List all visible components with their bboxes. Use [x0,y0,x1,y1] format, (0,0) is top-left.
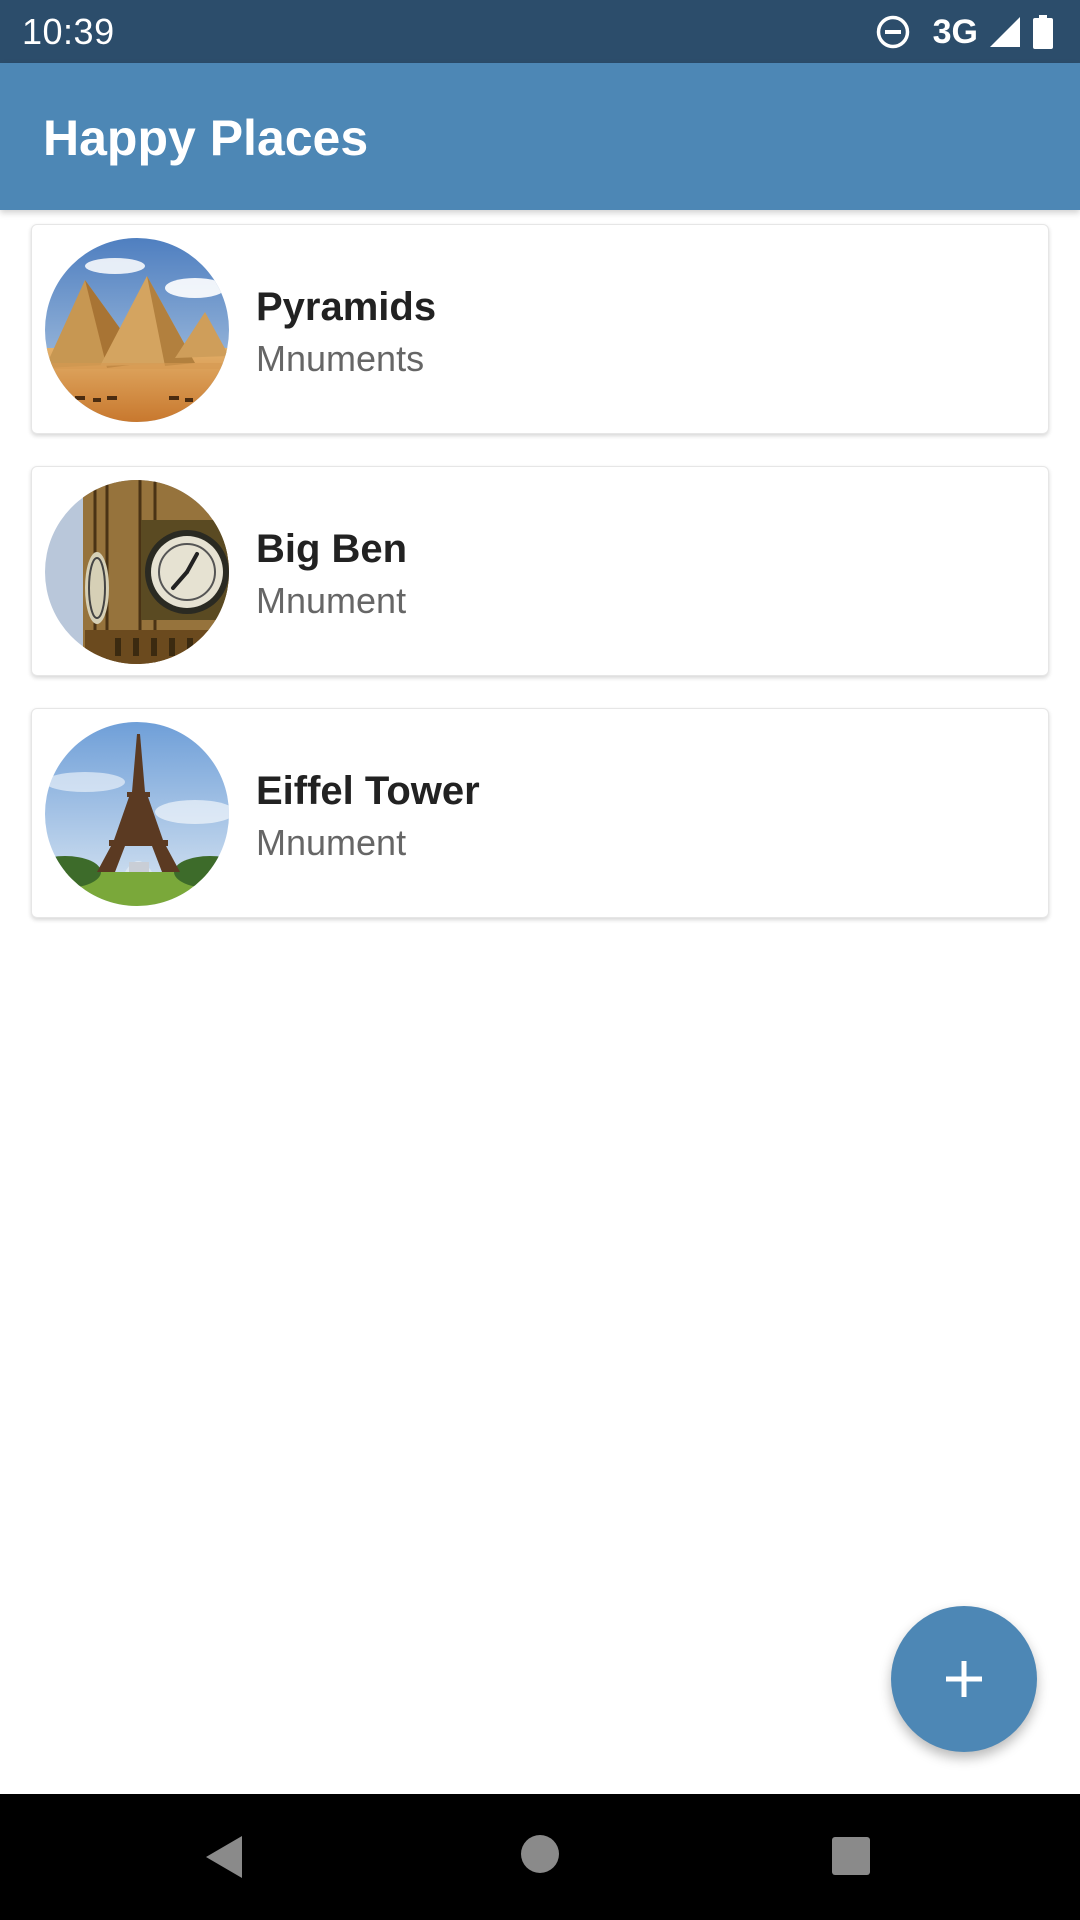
place-title: Eiffel Tower [256,769,480,813]
navigation-bar [0,1794,1080,1920]
place-subtitle: Mnument [256,580,407,621]
status-time: 10:39 [22,11,115,52]
add-place-button[interactable] [891,1606,1037,1752]
network-type-label: 3G [932,12,978,51]
place-list: Pyramids Mnuments Big Ben Mnument Eiffel… [31,224,1049,950]
place-title: Pyramids [256,285,437,329]
pyramids-photo [45,238,229,422]
recents-icon[interactable] [831,1836,871,1876]
app-title: Happy Places [43,110,369,166]
place-subtitle: Mnuments [256,338,425,379]
do-not-disturb-icon [875,14,911,50]
status-icons: 3G [875,0,1054,63]
eiffel-tower-photo [45,722,229,906]
status-bar: 10:39 3G [0,0,1080,63]
big-ben-photo [45,480,229,664]
plus-icon [942,1657,986,1701]
place-card-big-ben[interactable]: Big Ben Mnument [31,466,1049,676]
screen: 10:39 3G Happy Places Pyramids Mnuments … [0,0,1080,1920]
back-icon[interactable] [204,1834,244,1880]
signal-icon [988,15,1022,49]
battery-icon [1032,14,1054,50]
place-title: Big Ben [256,527,408,571]
place-subtitle: Mnument [256,822,407,863]
place-card-pyramids[interactable]: Pyramids Mnuments [31,224,1049,434]
home-icon[interactable] [520,1834,560,1874]
place-card-eiffel-tower[interactable]: Eiffel Tower Mnument [31,708,1049,918]
app-bar: Happy Places [0,63,1080,210]
